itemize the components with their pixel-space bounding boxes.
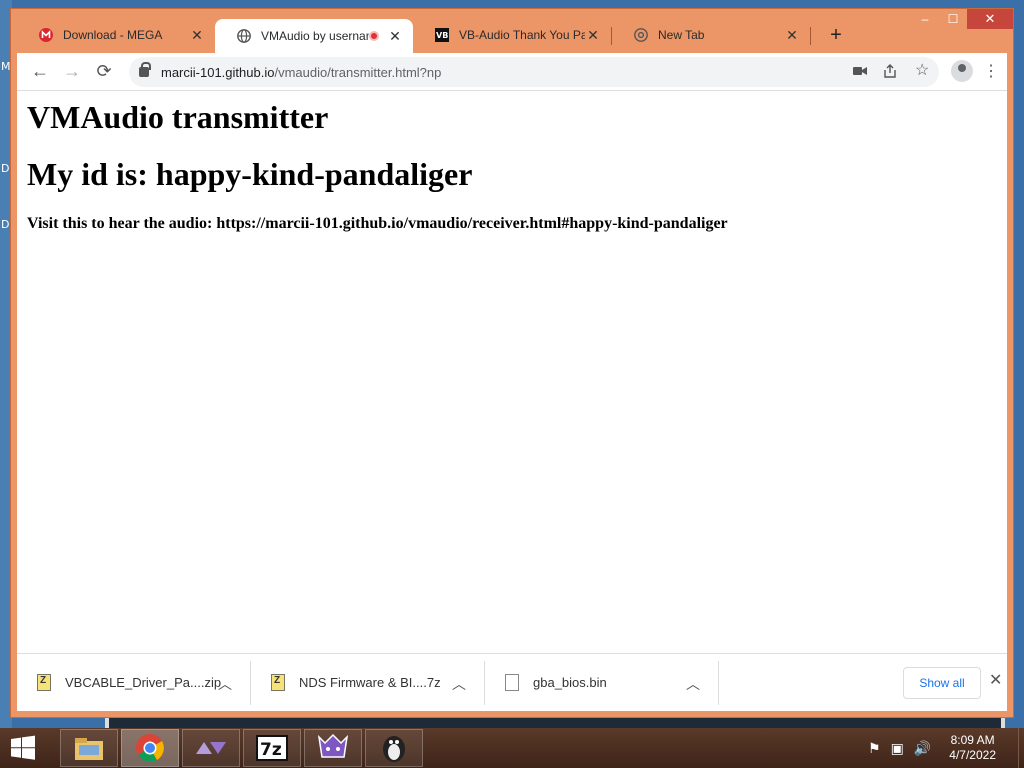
tab-close-icon[interactable]: ✕ (585, 27, 601, 44)
recording-indicator-icon (369, 31, 379, 41)
profile-avatar-icon[interactable] (951, 60, 973, 82)
camera-icon[interactable] (853, 65, 867, 77)
mega-icon (39, 28, 53, 42)
chrome-icon (136, 734, 164, 762)
title-bar: Download - MEGA ✕ VMAudio by usernam ✕ V… (11, 9, 1013, 55)
new-tab-button[interactable]: + (821, 19, 851, 51)
close-download-bar-icon[interactable]: ✕ (989, 670, 1002, 690)
download-item[interactable]: NDS Firmware & BI....7z ︿ (251, 661, 484, 705)
download-filename: gba_bios.bin (533, 675, 607, 690)
close-window-button[interactable]: ✕ (967, 9, 1013, 29)
chevron-up-icon[interactable]: ︿ (686, 674, 700, 694)
tux-app-icon (383, 736, 405, 762)
tab-strip: Download - MEGA ✕ VMAudio by usernam ✕ V… (17, 19, 851, 53)
arrows-app-icon (196, 742, 226, 754)
page-title: VMAudio transmitter (27, 99, 329, 135)
chevron-up-icon[interactable]: ︿ (452, 674, 466, 694)
svg-text:7z: 7z (260, 740, 282, 760)
maximize-button[interactable]: ☐ (939, 9, 967, 29)
taskbar-arrows-app[interactable] (182, 729, 240, 767)
minimize-button[interactable]: – (911, 9, 939, 29)
address-bar[interactable]: marcii-101.github.io/vmaudio/transmitter… (129, 57, 939, 87)
taskbar: 7z ⚑ ▣ 🔊 8:09 AM 4/7/2022 (0, 728, 1024, 768)
reload-button[interactable]: ⟳ (93, 61, 115, 82)
window-controls: – ☐ ✕ (911, 9, 1013, 29)
menu-kebab-icon[interactable]: ⋮ (983, 61, 999, 81)
tab-vmaudio[interactable]: VMAudio by usernam ✕ (215, 19, 413, 53)
zip-file-icon (271, 674, 285, 691)
tab-divider (810, 27, 811, 45)
tab-title: VMAudio by usernam (261, 29, 369, 43)
show-all-button[interactable]: Show all (903, 667, 981, 699)
download-divider (718, 660, 719, 705)
game-app-icon (317, 733, 349, 758)
share-icon[interactable] (883, 64, 897, 78)
vb-audio-icon: VB (435, 28, 449, 42)
tab-mega[interactable]: Download - MEGA ✕ (17, 19, 215, 51)
tab-title: New Tab (658, 28, 705, 42)
zip-file-icon (37, 674, 51, 691)
chrome-icon (634, 28, 648, 42)
download-bar: VBCABLE_Driver_Pa....zip ︿ NDS Firmware … (17, 653, 1007, 711)
download-item[interactable]: VBCABLE_Driver_Pa....zip ︿ (17, 661, 250, 705)
clock[interactable]: 8:09 AM 4/7/2022 (949, 733, 996, 763)
taskbar-7zip[interactable]: 7z (243, 729, 301, 767)
tab-close-icon[interactable]: ✕ (387, 28, 403, 45)
svg-text:VB: VB (436, 31, 448, 40)
tab-vb-audio[interactable]: VB VB-Audio Thank You Pag ✕ (413, 19, 611, 51)
tab-close-icon[interactable]: ✕ (784, 27, 800, 44)
forward-button[interactable]: → (61, 61, 83, 82)
network-icon[interactable]: ▣ (891, 740, 904, 757)
download-item[interactable]: gba_bios.bin ︿ (485, 661, 718, 705)
chevron-up-icon[interactable]: ︿ (218, 674, 232, 694)
taskbar-game-app[interactable] (304, 729, 362, 767)
clock-time: 8:09 AM (950, 733, 995, 747)
id-heading: My id is: happy-kind-pandaliger (27, 156, 473, 192)
desktop-icon-label[interactable]: D (1, 162, 9, 175)
file-icon (505, 674, 519, 691)
taskbar-chrome[interactable] (121, 729, 179, 767)
taskbar-tux-app[interactable] (365, 729, 423, 767)
bookmark-star-icon[interactable]: ☆ (915, 60, 929, 80)
tab-title: VB-Audio Thank You Pag (459, 28, 585, 42)
system-tray: ⚑ ▣ 🔊 8:09 AM 4/7/2022 (868, 728, 1024, 768)
back-button[interactable]: ← (29, 61, 51, 82)
7zip-icon: 7z (256, 735, 288, 761)
browser-toolbar: ← → ⟳ marcii-101.github.io/vmaudio/trans… (17, 53, 1007, 91)
browser-window: Download - MEGA ✕ VMAudio by usernam ✕ V… (10, 8, 1014, 718)
url-text: marcii-101.github.io/vmaudio/transmitter… (161, 64, 442, 80)
start-button[interactable] (0, 728, 46, 768)
page-content: VMAudio transmitter My id is: happy-kind… (17, 91, 1007, 653)
action-center-flag-icon[interactable]: ⚑ (868, 740, 881, 757)
volume-icon[interactable]: 🔊 (914, 740, 931, 757)
file-explorer-icon (75, 738, 103, 760)
windows-logo-icon (11, 735, 35, 760)
download-filename: NDS Firmware & BI....7z (299, 675, 441, 690)
clock-date: 4/7/2022 (949, 748, 996, 762)
tab-close-icon[interactable]: ✕ (189, 27, 205, 44)
show-desktop-button[interactable] (1018, 728, 1024, 768)
desktop-icon-label[interactable]: D (1, 218, 9, 231)
receiver-link-text: Visit this to hear the audio: https://ma… (27, 215, 728, 232)
globe-icon (237, 29, 251, 43)
tab-title: Download - MEGA (63, 28, 163, 42)
tab-new-tab[interactable]: New Tab ✕ (612, 19, 810, 51)
download-filename: VBCABLE_Driver_Pa....zip (65, 675, 222, 690)
lock-icon[interactable] (139, 62, 151, 77)
taskbar-file-explorer[interactable] (60, 729, 118, 767)
